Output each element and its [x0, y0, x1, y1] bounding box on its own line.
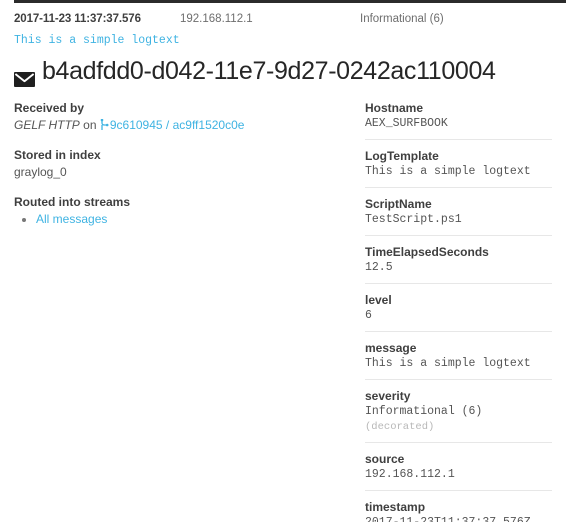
- meta-source: 192.168.112.1: [180, 13, 253, 25]
- meta-timestamp: 2017-11-23 11:37:37.576: [14, 13, 141, 25]
- field-row-severity: severity Informational (6) (decorated): [365, 388, 552, 443]
- field-name: message: [365, 341, 417, 355]
- field-row-source: source 192.168.112.1: [365, 451, 552, 491]
- list-item: All messages: [36, 211, 344, 228]
- field-name: Hostname: [365, 101, 424, 115]
- message-fields-column: Hostname AEX_SURFBOOK LogTemplate This i…: [365, 100, 552, 522]
- message-id-heading: b4adfdd0-d042-11e7-9d27-0242ac110004: [14, 56, 496, 87]
- field-name: source: [365, 452, 405, 466]
- field-name: TimeElapsedSeconds: [365, 245, 489, 259]
- field-decorated-note: (decorated): [365, 421, 435, 433]
- field-name: LogTemplate: [365, 149, 439, 163]
- routed-into-streams-block: Routed into streams All messages: [14, 194, 344, 228]
- field-name: severity: [365, 389, 411, 403]
- input-name: GELF HTTP: [14, 118, 80, 132]
- field-row-level: level 6: [365, 292, 552, 332]
- input-id-link[interactable]: ac9ff1520c0e: [173, 118, 245, 132]
- top-divider: [14, 0, 566, 3]
- message-detail-page: 2017-11-23 11:37:37.576 192.168.112.1 Info…: [0, 0, 566, 522]
- received-by-block: Received by GELF HTTP on 9c610945 / ac9f…: [14, 100, 344, 134]
- message-info-column: Received by GELF HTTP on 9c610945 / ac9f…: [14, 100, 344, 241]
- stream-list: All messages: [14, 211, 344, 228]
- stream-link[interactable]: All messages: [36, 212, 107, 226]
- field-value: This is a simple logtext: [365, 165, 531, 178]
- field-name: level: [365, 293, 392, 307]
- message-meta-row: 2017-11-23 11:37:37.576 192.168.112.1 Info…: [14, 11, 566, 27]
- received-by-label: Received by: [14, 101, 85, 115]
- message-id-text: b4adfdd0-d042-11e7-9d27-0242ac110004: [42, 57, 496, 85]
- field-row-message: message This is a simple logtext: [365, 340, 552, 380]
- field-name: ScriptName: [365, 197, 432, 211]
- field-value: 12.5: [365, 261, 393, 274]
- node-id-link[interactable]: 9c610945: [110, 118, 163, 132]
- field-value: Informational (6): [365, 405, 483, 418]
- received-by-separator: /: [165, 118, 170, 132]
- field-row-timestamp: timestamp 2017-11-23T11:37:37.576Z: [365, 499, 552, 522]
- field-row-logtemplate: LogTemplate This is a simple logtext: [365, 148, 552, 188]
- field-row-scriptname: ScriptName TestScript.ps1: [365, 196, 552, 236]
- field-value: 6: [365, 309, 372, 322]
- routed-into-streams-label: Routed into streams: [14, 195, 131, 209]
- field-value: 2017-11-23T11:37:37.576Z: [365, 515, 552, 522]
- meta-severity: Informational (6): [360, 13, 444, 25]
- field-value: AEX_SURFBOOK: [365, 117, 448, 130]
- message-preview-text: This is a simple logtext: [14, 34, 180, 47]
- stored-in-index-block: Stored in index graylog_0: [14, 147, 344, 181]
- field-value: This is a simple logtext: [365, 357, 531, 370]
- fork-icon: [100, 118, 109, 130]
- field-name: timestamp: [365, 500, 426, 514]
- field-row-timeelapsedseconds: TimeElapsedSeconds 12.5: [365, 244, 552, 284]
- envelope-icon: [14, 64, 35, 87]
- field-row-hostname: Hostname AEX_SURFBOOK: [365, 100, 552, 140]
- field-value: TestScript.ps1: [365, 213, 462, 226]
- stored-in-index-value: graylog_0: [14, 165, 67, 179]
- on-word: on: [83, 118, 97, 132]
- received-by-value: GELF HTTP on 9c610945 / ac9ff1520c0e: [14, 117, 344, 134]
- field-value: 192.168.112.1: [365, 468, 455, 481]
- stored-in-index-label: Stored in index: [14, 148, 101, 162]
